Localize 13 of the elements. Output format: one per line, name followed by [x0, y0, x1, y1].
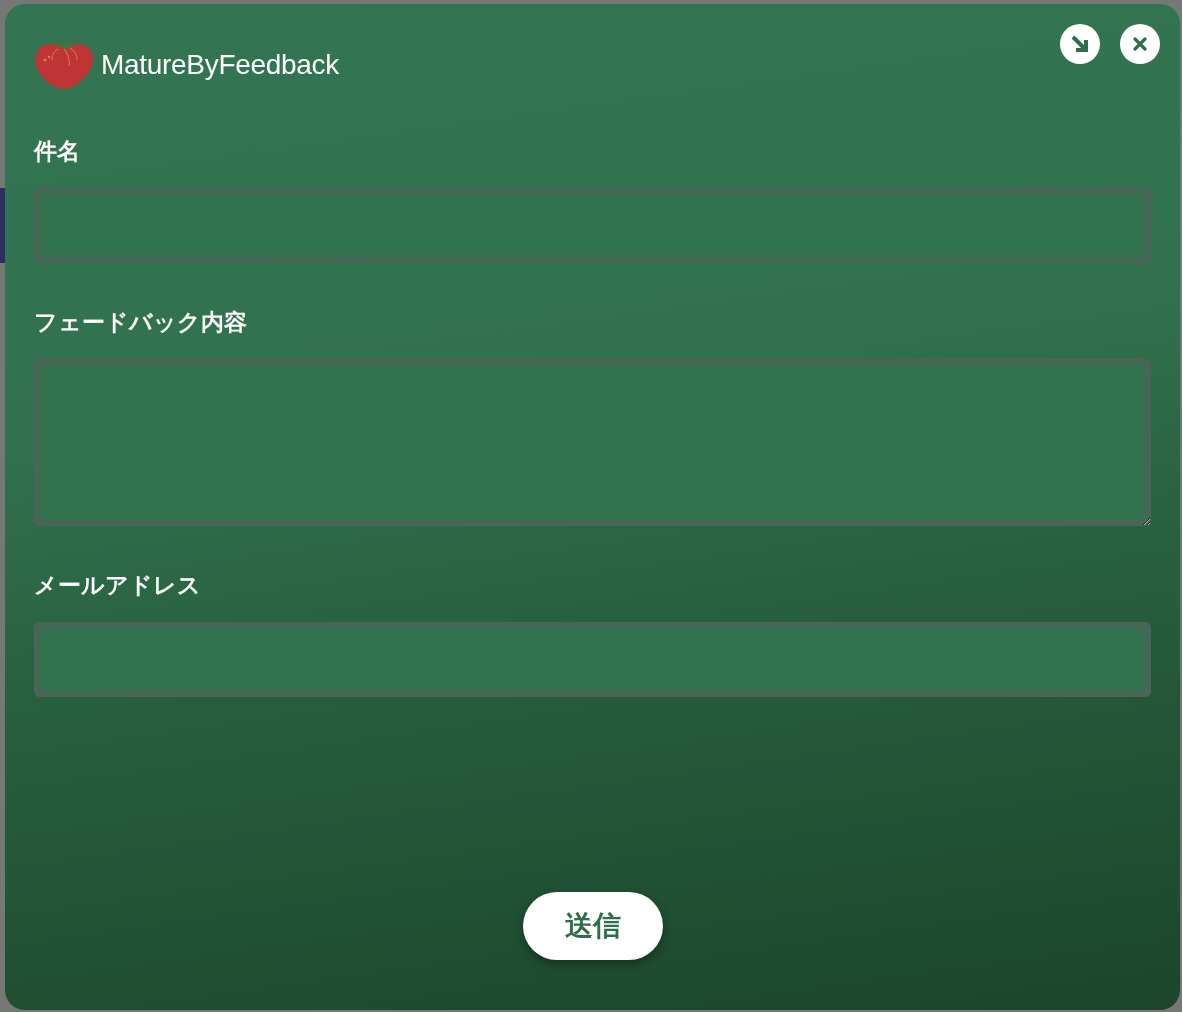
close-button[interactable]	[1120, 24, 1160, 64]
field-label: メールアドレス	[34, 571, 201, 600]
minimize-button[interactable]	[1060, 24, 1100, 64]
tomato-icon	[34, 40, 94, 90]
field-label: 件名	[34, 137, 80, 166]
textarea-field[interactable]	[34, 359, 1151, 526]
arrow-down-right-icon	[1070, 34, 1090, 54]
close-icon	[1133, 37, 1147, 51]
submit-button[interactable]: 送信	[522, 892, 663, 960]
field-label: フェードバック内容	[34, 308, 247, 337]
input-field[interactable]	[34, 188, 1151, 263]
app-title: MatureByFeedback	[101, 48, 339, 82]
input-field[interactable]	[34, 622, 1151, 697]
